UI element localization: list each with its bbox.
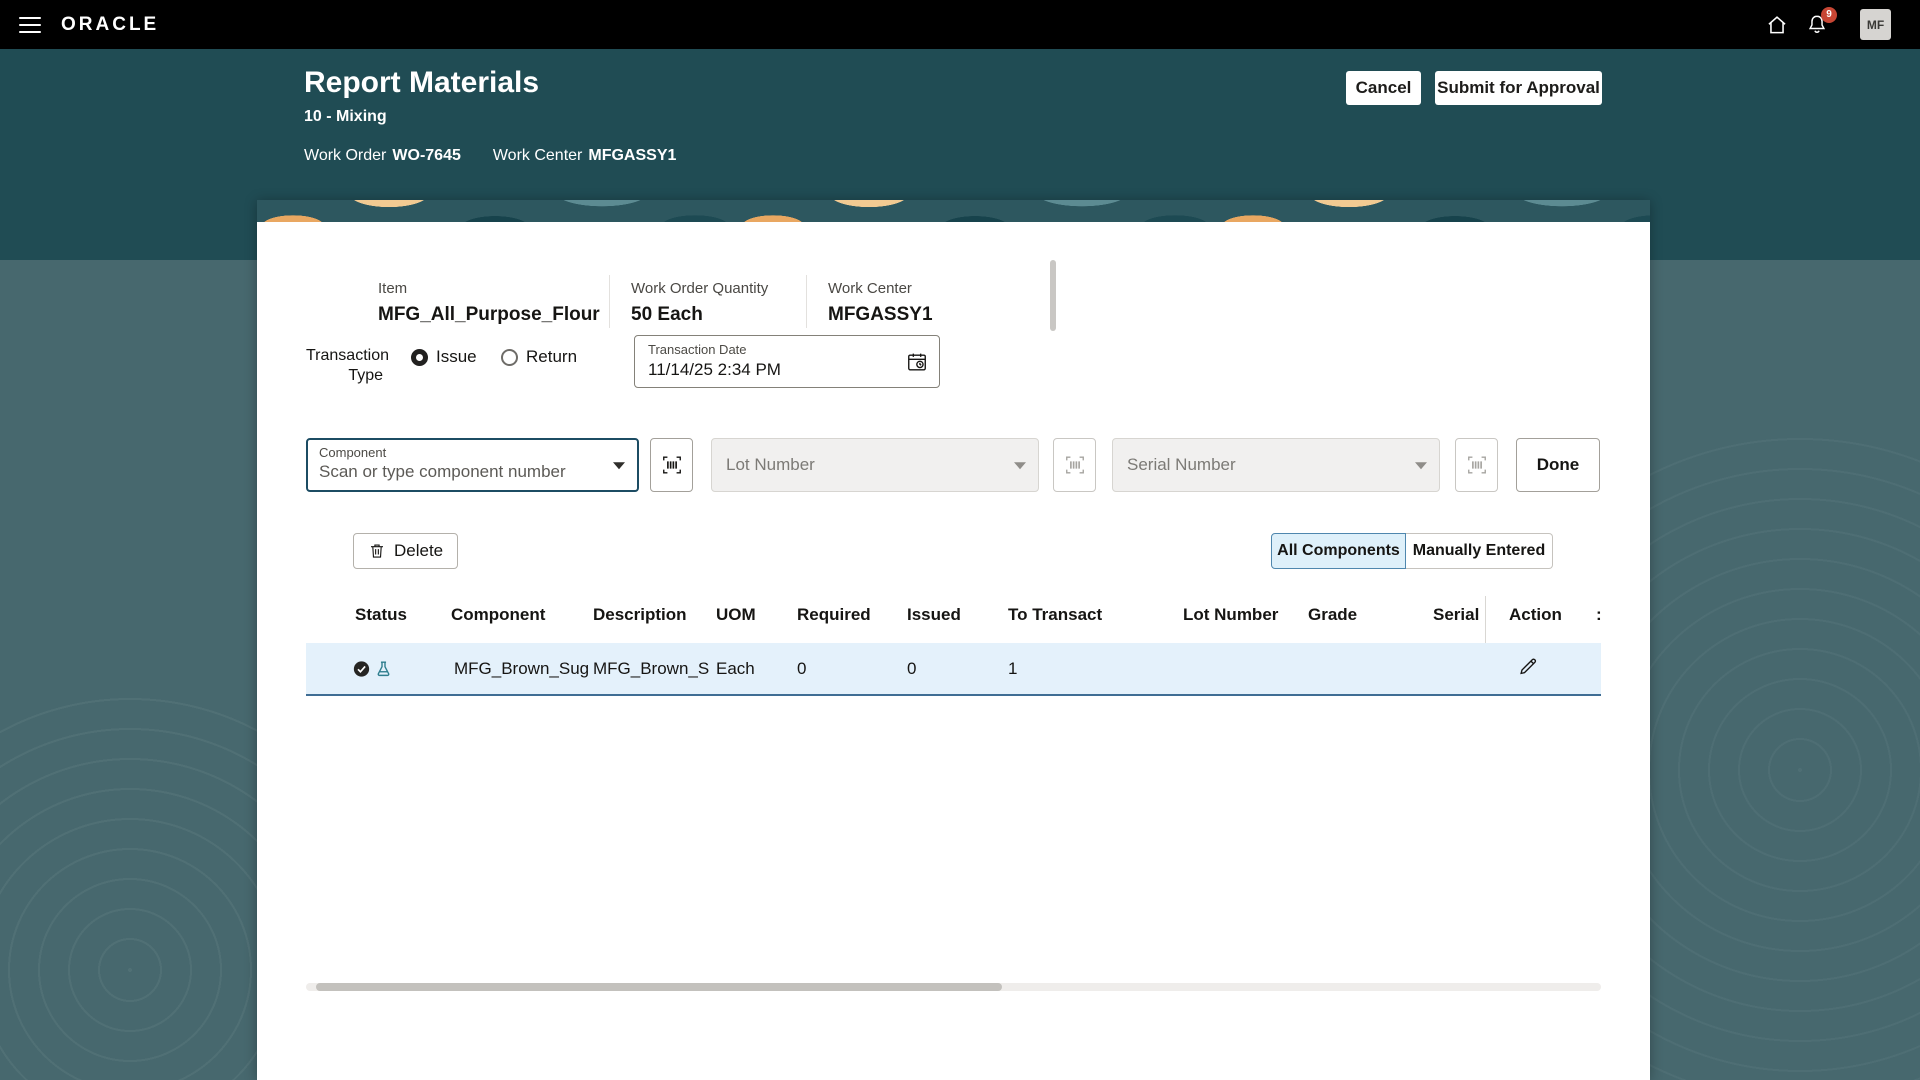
- edit-action-button[interactable]: [1517, 655, 1539, 682]
- completed-status-icon: [353, 660, 370, 677]
- row-component: MFG_Brown_Sug: [454, 659, 589, 679]
- item-info: Item MFG_All_Purpose_Flour: [378, 280, 600, 326]
- calendar-icon[interactable]: [906, 351, 928, 373]
- component-scan-button[interactable]: [650, 438, 693, 492]
- info-scrollbar-thumb[interactable]: [1050, 260, 1056, 331]
- page-subtitle: 10 - Mixing: [304, 108, 387, 126]
- cancel-button[interactable]: Cancel: [1346, 71, 1421, 105]
- lot-number-select: Lot Number: [711, 438, 1039, 492]
- column-header-issued[interactable]: Issued: [907, 605, 961, 625]
- work-order-info: Work Order WO-7645 Work Center MFGASSY1: [304, 147, 676, 165]
- column-header-lot-number[interactable]: Lot Number: [1183, 605, 1278, 625]
- work-center-value: MFGASSY1: [828, 304, 933, 326]
- work-center-label: Work Center: [493, 147, 583, 165]
- quantity-value: 50 Each: [631, 304, 768, 326]
- delete-button[interactable]: Delete: [353, 533, 458, 569]
- column-header-serial-number[interactable]: Serial N: [1433, 605, 1485, 625]
- report-materials-card: Item MFG_All_Purpose_Flour Work Order Qu…: [257, 200, 1650, 1080]
- component-type-icon: [375, 660, 392, 677]
- item-label: Item: [378, 280, 600, 297]
- horizontal-scrollbar-thumb[interactable]: [316, 983, 1002, 991]
- delete-label: Delete: [394, 541, 443, 561]
- row-description: MFG_Brown_S: [593, 659, 709, 679]
- quantity-label: Work Order Quantity: [631, 280, 768, 297]
- radio-unselected-icon: [501, 349, 518, 366]
- column-header-status[interactable]: Status: [355, 605, 407, 625]
- component-input[interactable]: [319, 462, 603, 482]
- avatar[interactable]: MF: [1860, 9, 1891, 40]
- return-radio-label: Return: [526, 347, 577, 367]
- divider: [806, 275, 807, 328]
- component-label: Component: [319, 445, 603, 460]
- work-order-label: Work Order: [304, 147, 386, 165]
- transaction-type-label: Transaction Type: [306, 346, 383, 386]
- page-title: Report Materials: [304, 66, 539, 100]
- column-header-partial: :: [1596, 605, 1602, 625]
- transaction-date-field[interactable]: Transaction Date 11/14/25 2:34 PM: [634, 335, 940, 388]
- serial-number-select: Serial Number: [1112, 438, 1440, 492]
- transaction-date-label: Transaction Date: [648, 342, 895, 357]
- lot-scan-button: [1053, 438, 1096, 492]
- work-order-value: WO-7645: [392, 147, 460, 165]
- barcode-icon: [1466, 454, 1488, 476]
- oracle-logo: ORACLE: [61, 14, 159, 36]
- component-filter-toggle: All Components Manually Entered: [1271, 533, 1553, 569]
- work-order-quantity-info: Work Order Quantity 50 Each: [631, 280, 768, 326]
- column-header-grade[interactable]: Grade: [1308, 605, 1357, 625]
- issue-radio-label: Issue: [436, 347, 477, 367]
- edit-icon: [1517, 655, 1539, 677]
- work-center-info: Work Center MFGASSY1: [828, 280, 933, 326]
- horizontal-scrollbar-track[interactable]: [306, 983, 1601, 991]
- issue-radio[interactable]: Issue: [411, 347, 477, 367]
- menu-icon[interactable]: [19, 17, 41, 33]
- notifications-button[interactable]: 9: [1806, 14, 1828, 36]
- row-required: 0: [797, 659, 806, 679]
- topbar-actions: 9 MF: [1766, 9, 1920, 40]
- filter-all-components[interactable]: All Components: [1271, 533, 1406, 569]
- spacer: [467, 147, 487, 165]
- row-status: [353, 660, 392, 677]
- barcode-icon: [1064, 454, 1086, 476]
- row-to-transact: 1: [1008, 659, 1017, 679]
- chevron-down-icon: [1415, 462, 1427, 469]
- column-header-component[interactable]: Component: [451, 605, 545, 625]
- decorative-banner: [257, 200, 1650, 222]
- barcode-icon: [661, 454, 683, 476]
- component-combobox[interactable]: Component: [306, 438, 639, 492]
- return-radio[interactable]: Return: [501, 347, 577, 367]
- divider: [609, 275, 610, 328]
- chevron-down-icon[interactable]: [613, 462, 625, 469]
- serial-number-label: Serial Number: [1127, 455, 1236, 475]
- item-value: MFG_All_Purpose_Flour: [378, 304, 600, 326]
- work-center-value: MFGASSY1: [588, 147, 676, 165]
- chevron-down-icon: [1014, 462, 1026, 469]
- radio-selected-icon: [411, 349, 428, 366]
- trash-icon: [368, 542, 386, 560]
- done-button[interactable]: Done: [1516, 438, 1600, 492]
- filter-manually-entered[interactable]: Manually Entered: [1406, 533, 1553, 569]
- home-icon: [1766, 14, 1788, 36]
- column-header-to-transact[interactable]: To Transact: [1008, 605, 1102, 625]
- column-header-uom[interactable]: UOM: [716, 605, 756, 625]
- transaction-date-value: 11/14/25 2:34 PM: [648, 360, 895, 380]
- topbar: ORACLE 9 MF: [0, 0, 1920, 49]
- column-header-action[interactable]: Action: [1509, 605, 1562, 625]
- column-header-required[interactable]: Required: [797, 605, 871, 625]
- work-center-label: Work Center: [828, 280, 933, 297]
- row-uom: Each: [716, 659, 755, 679]
- table-row[interactable]: MFG_Brown_Sug MFG_Brown_S Each 0 0 1: [306, 643, 1601, 696]
- column-header-description[interactable]: Description: [593, 605, 687, 625]
- home-button[interactable]: [1766, 14, 1788, 36]
- submit-for-approval-button[interactable]: Submit for Approval: [1435, 71, 1602, 105]
- row-issued: 0: [907, 659, 916, 679]
- notification-badge: 9: [1821, 7, 1837, 23]
- serial-scan-button: [1455, 438, 1498, 492]
- lot-number-label: Lot Number: [726, 455, 815, 475]
- app: ORACLE 9 MF Report Materials 10 - Mixing…: [0, 0, 1920, 1080]
